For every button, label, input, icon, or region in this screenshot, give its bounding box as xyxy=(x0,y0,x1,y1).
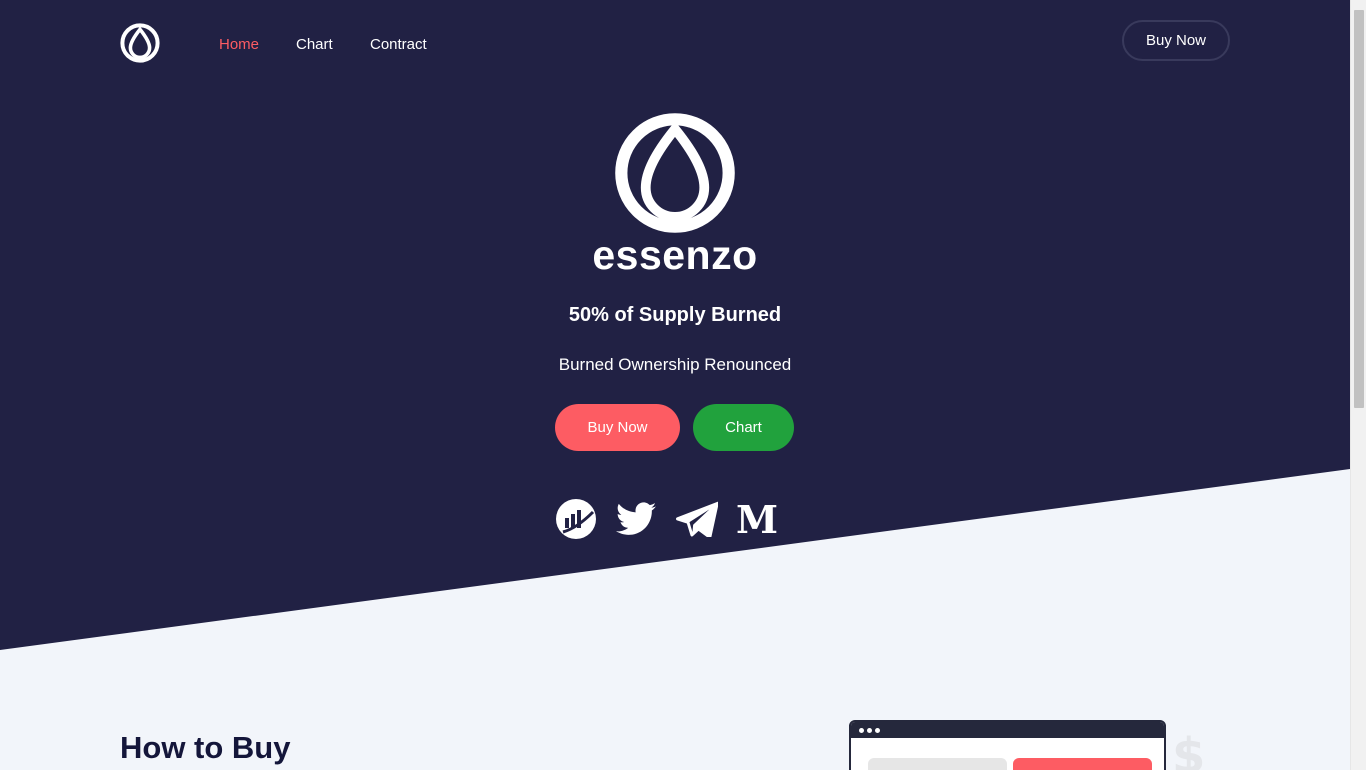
hero-headline: 50% of Supply Burned xyxy=(568,304,782,326)
how-to-buy-title: How to Buy xyxy=(120,730,291,765)
nav-link-contract[interactable]: Contract xyxy=(370,35,427,55)
hero-chart-button[interactable]: Chart xyxy=(693,404,794,451)
medium-icon[interactable]: M xyxy=(736,498,778,540)
chart-circle-icon[interactable] xyxy=(555,498,597,540)
twitter-icon[interactable] xyxy=(615,498,657,540)
nav-link-home[interactable]: Home xyxy=(219,35,259,55)
browser-mockup-illustration xyxy=(849,720,1166,770)
mockup-grey-block xyxy=(868,758,1007,770)
telegram-icon[interactable] xyxy=(676,498,718,540)
mockup-titlebar xyxy=(851,722,1164,738)
hero-subline: Burned Ownership Renounced xyxy=(558,355,792,374)
scrollbar-thumb[interactable] xyxy=(1354,10,1364,408)
nav-link-chart[interactable]: Chart xyxy=(296,35,333,55)
page-scrollbar[interactable] xyxy=(1350,0,1366,770)
mockup-red-block xyxy=(1013,758,1152,770)
logo-icon[interactable] xyxy=(120,23,160,63)
svg-text:M: M xyxy=(737,501,777,537)
nav-buy-now-button[interactable]: Buy Now xyxy=(1122,20,1230,61)
hero-logo-icon xyxy=(614,112,736,234)
brand-wordmark: essenzo xyxy=(592,232,758,278)
hero-buy-now-button[interactable]: Buy Now xyxy=(555,404,680,451)
dollar-sign-decoration: $ xyxy=(1172,728,1206,770)
